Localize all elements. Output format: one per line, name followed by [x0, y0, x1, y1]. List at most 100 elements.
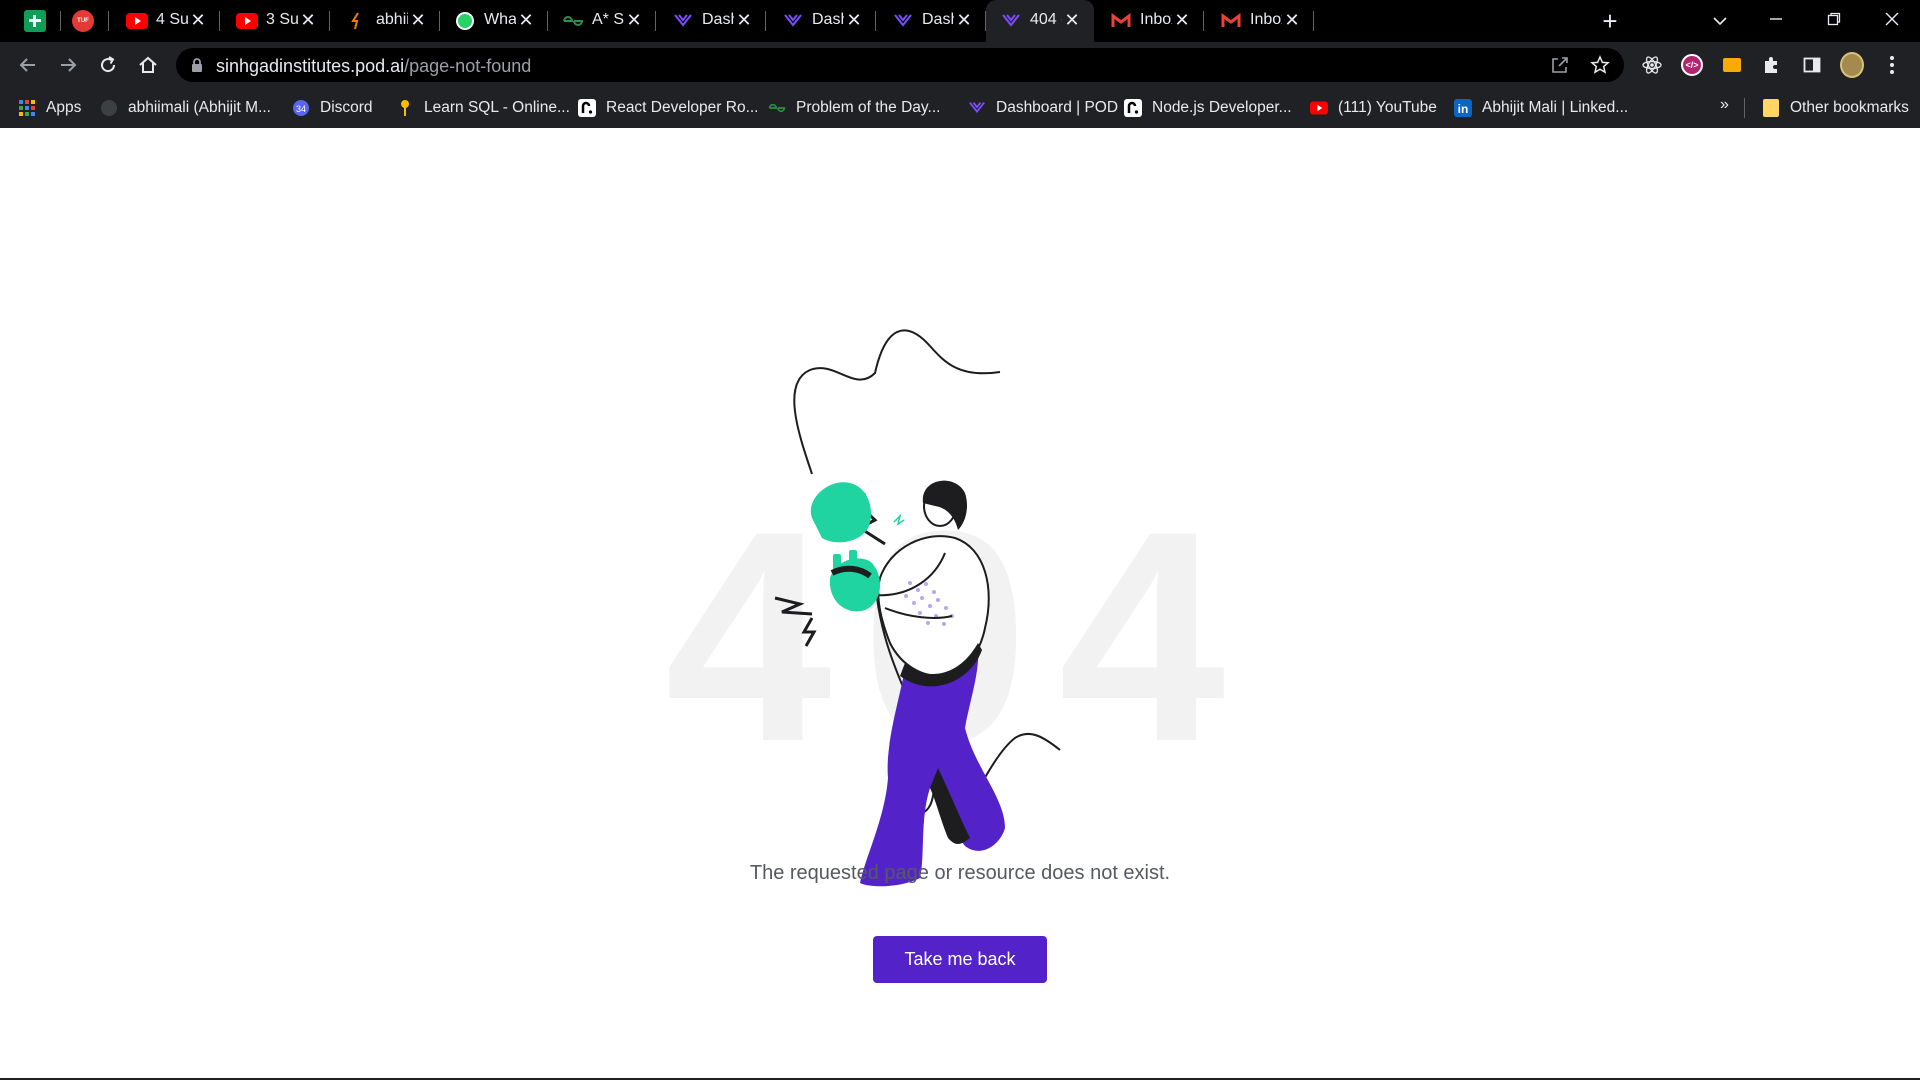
close-tab-icon[interactable]: ✕ [1282, 10, 1302, 30]
react-icon [1642, 56, 1662, 74]
pinned-tab-tuf[interactable]: TUF [62, 0, 118, 42]
bookmarks-overflow-button[interactable]: » [1720, 96, 1729, 114]
key-icon [396, 99, 414, 117]
close-tab-icon[interactable]: ✕ [408, 10, 428, 30]
close-tab-icon[interactable]: ✕ [298, 10, 318, 30]
unplugged-cable-illustration [774, 329, 1061, 887]
close-icon [1885, 12, 1899, 26]
close-tab-icon[interactable]: ✕ [624, 10, 644, 30]
bookmark-star-button[interactable] [1590, 55, 1610, 75]
browser-tab[interactable]: 404 - Pa✕ [986, 0, 1094, 42]
gmail-icon [1220, 10, 1242, 32]
bookmark-label: React Developer Ro... [606, 99, 759, 116]
more-vertical-icon [1890, 56, 1894, 74]
share-button[interactable] [1550, 55, 1570, 75]
gmail-icon [1110, 10, 1132, 32]
youtube-icon [236, 10, 258, 32]
close-tab-icon[interactable]: ✕ [844, 10, 864, 30]
close-tab-icon[interactable]: ✕ [734, 10, 754, 30]
roadmap-icon [578, 99, 596, 117]
gfg-icon [768, 99, 786, 117]
star-icon [1590, 55, 1610, 74]
home-icon [139, 56, 157, 73]
forward-button[interactable] [54, 51, 82, 79]
side-panel-button[interactable] [1800, 53, 1824, 77]
browser-tab[interactable]: Dashbo✕ [878, 0, 986, 42]
tab-title: 3 Sum | [266, 11, 298, 28]
browser-toolbar: sinhgadinstitutes.pod.ai/page-not-found … [0, 42, 1920, 88]
url-text: sinhgadinstitutes.pod.ai/page-not-found [216, 56, 531, 77]
other-bookmarks-label: Other bookmarks [1790, 99, 1909, 116]
code-extension[interactable]: </> [1680, 53, 1704, 77]
browser-tab[interactable]: Dashbo✕ [768, 0, 876, 42]
back-button[interactable] [14, 51, 42, 79]
tab-title: Inbox (1 [1140, 11, 1172, 28]
youtube-icon [1310, 99, 1328, 117]
browser-tab[interactable]: Dashbo✕ [658, 0, 766, 42]
url-path: /page-not-found [404, 56, 532, 76]
pod-icon [782, 10, 804, 32]
reload-button[interactable] [94, 51, 122, 79]
browser-tab[interactable]: WhatsA✕ [440, 0, 548, 42]
tab-title: A* Searc [592, 11, 624, 28]
svg-text:in: in [1458, 102, 1469, 116]
browser-tab[interactable]: 3 Sum |✕ [222, 0, 330, 42]
close-tab-icon[interactable]: ✕ [1062, 10, 1082, 30]
arrow-right-icon [61, 58, 77, 72]
close-tab-icon[interactable]: ✕ [954, 10, 974, 30]
close-tab-icon[interactable]: ✕ [516, 10, 536, 30]
folder-icon [1723, 58, 1741, 72]
code-icon: </> [1681, 54, 1703, 76]
home-button[interactable] [134, 51, 162, 79]
browser-menu-button[interactable] [1880, 53, 1904, 77]
browser-tab[interactable]: 4 Sum |✕ [112, 0, 220, 42]
address-bar[interactable]: sinhgadinstitutes.pod.ai/page-not-found [176, 48, 1624, 82]
pod-icon [892, 10, 914, 32]
restore-button[interactable] [1814, 6, 1854, 34]
share-icon [1552, 57, 1568, 73]
avatar [1840, 52, 1864, 78]
tab-title: Dashbo [812, 11, 844, 28]
svg-text:34: 34 [296, 104, 306, 114]
tab-title: WhatsA [484, 11, 516, 28]
new-tab-button[interactable]: + [1596, 8, 1624, 36]
extensions-button[interactable] [1760, 53, 1784, 77]
profile-button[interactable] [1840, 52, 1864, 78]
lock-icon [192, 58, 202, 72]
youtube-icon [126, 10, 148, 32]
puzzle-icon [1765, 57, 1777, 73]
tuf-icon: TUF [72, 10, 94, 32]
folder-icon [1762, 99, 1780, 117]
sheets-icon [24, 10, 46, 32]
browser-tab[interactable]: A* Searc✕ [548, 0, 656, 42]
tab-search-button[interactable] [1700, 6, 1740, 34]
browser-tab[interactable]: Inbox (2✕ [1206, 0, 1314, 42]
close-tab-icon[interactable]: ✕ [1172, 10, 1192, 30]
browser-tab[interactable]: abhiima✕ [332, 0, 440, 42]
react-devtools-extension[interactable] [1640, 53, 1664, 77]
github-icon [100, 99, 118, 117]
tab-title: Dashbo [702, 11, 734, 28]
side-panel-icon [1803, 57, 1821, 73]
url-host: sinhgadinstitutes.pod.ai [216, 56, 405, 76]
tab-title: 404 - Pa [1030, 11, 1062, 28]
minimize-button[interactable] [1756, 6, 1796, 34]
take-me-back-button[interactable]: Take me back [873, 936, 1047, 983]
linkedin-icon: in [1454, 99, 1472, 117]
bookmark-label: Apps [46, 99, 82, 116]
close-tab-icon[interactable]: ✕ [188, 10, 208, 30]
pinned-tab-sheets[interactable] [6, 0, 62, 42]
arrow-left-icon [19, 58, 35, 72]
close-window-button[interactable] [1872, 6, 1912, 34]
reload-icon [101, 56, 116, 73]
tab-title: Inbox (2 [1250, 11, 1282, 28]
browser-tab[interactable]: Inbox (1✕ [1096, 0, 1204, 42]
bookmark-label: Problem of the Day... [796, 99, 941, 116]
tab-title: 4 Sum | [156, 11, 188, 28]
tab-title: abhiima [376, 11, 408, 28]
restore-icon [1827, 12, 1841, 26]
pod-icon [968, 99, 986, 117]
github-icon [346, 10, 368, 32]
chevron-down-icon [1713, 17, 1727, 26]
folder-extension[interactable] [1720, 53, 1744, 77]
